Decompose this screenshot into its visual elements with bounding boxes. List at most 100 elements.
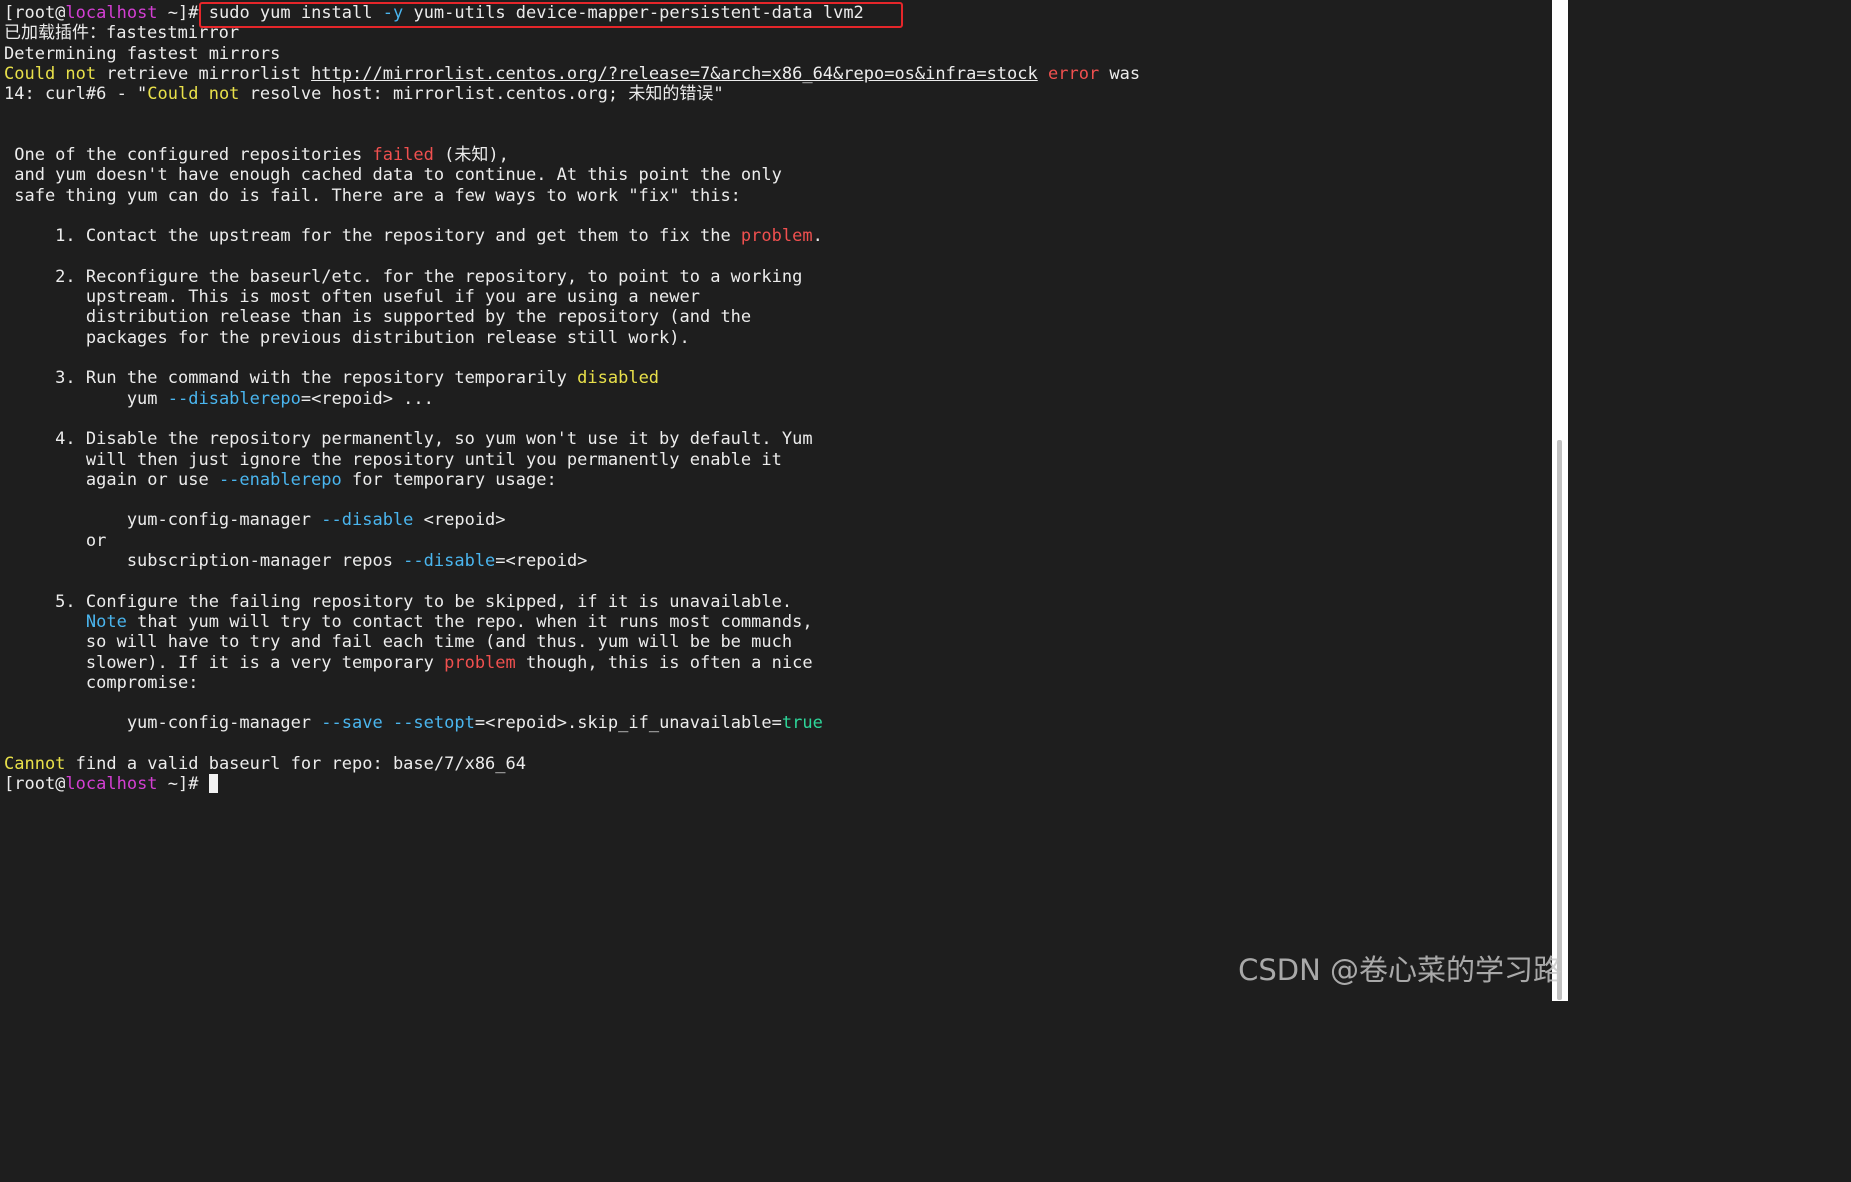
terminal-text: --enablerepo (218, 469, 342, 490)
terminal-text: again or use (4, 469, 219, 490)
terminal-text: Cannot (4, 753, 66, 774)
terminal-text: -y (382, 3, 404, 23)
terminal-text: slower). If it is a very temporary (4, 652, 445, 673)
vertical-scrollbar[interactable] (1552, 0, 1568, 1001)
terminal-text: yum-config-manager (4, 713, 322, 734)
output-line: 已加载插件：fastestmirror (4, 23, 1552, 43)
terminal-text: =<repoid> ... (300, 388, 434, 409)
output-line: subscription-manager repos --disable=<re… (4, 551, 1552, 571)
mirrorlist-url[interactable]: http://mirrorlist.centos.org/?release=7&… (311, 64, 1038, 84)
terminal-text: =<repoid> (495, 551, 588, 572)
terminal-text: [root@ (4, 3, 66, 23)
terminal-text: will then just ignore the repository unt… (4, 449, 782, 470)
terminal-text: 14: curl#6 - " (4, 84, 148, 105)
terminal-text: [root@ (4, 774, 66, 795)
terminal-text: and yum doesn't have enough cached data … (4, 165, 782, 186)
command-line: [root@localhost ~]# sudo yum install -y … (4, 3, 1552, 23)
terminal-text: --setopt (392, 713, 475, 734)
terminal-text: true (781, 713, 823, 734)
terminal-text: find a valid baseurl for repo: base/7/x8… (65, 753, 526, 774)
output-line: slower). If it is a very temporary probl… (4, 653, 1552, 673)
output-line: 14: curl#6 - "Could not resolve host: mi… (4, 84, 1552, 104)
terminal-text: so will have to try and fail each time (… (4, 632, 793, 653)
terminal-output: [root@localhost ~]# sudo yum install -y … (4, 3, 1552, 795)
terminal-text: . (812, 226, 823, 247)
output-line: 4. Disable the repository permanently, s… (4, 429, 1552, 449)
terminal-window[interactable]: [root@localhost ~]# sudo yum install -y … (0, 0, 1552, 1001)
terminal-text: retrieve mirrorlist (96, 63, 312, 84)
output-line: 5. Configure the failing repository to b… (4, 592, 1552, 612)
output-line: so will have to try and fail each time (… (4, 632, 1552, 652)
output-line: or (4, 531, 1552, 551)
terminal-text: or (4, 530, 107, 551)
terminal-text: though, this is often a nice (515, 652, 813, 673)
text-cursor (208, 774, 218, 794)
terminal-text: yum (4, 388, 168, 409)
terminal-text: Could not (4, 63, 97, 84)
terminal-text: compromise: (4, 672, 199, 693)
terminal-text: yum-config-manager (4, 510, 322, 531)
terminal-text: resolve host: mirrorlist.centos.org; 未知的… (239, 84, 724, 105)
terminal-text: 已加载插件：fastestmirror (4, 23, 240, 44)
terminal-text: Note (85, 611, 127, 632)
output-line: yum-config-manager --disable <repoid> (4, 510, 1552, 530)
output-line: 2. Reconfigure the baseurl/etc. for the … (4, 267, 1552, 287)
terminal-text: distribution release than is supported b… (4, 307, 752, 328)
terminal-text: Could not (147, 84, 240, 105)
output-line: yum-config-manager --save --setopt=<repo… (4, 713, 1552, 733)
csdn-watermark: CSDN @卷心菜的学习路 (1238, 953, 1562, 987)
output-line: Note that yum will try to contact the re… (4, 612, 1552, 632)
scrollbar-thumb[interactable] (1557, 440, 1562, 1000)
terminal-text: error (1048, 63, 1100, 84)
terminal-text: sudo yum install (208, 3, 383, 23)
terminal-text: yum-utils device-mapper-persistent-data … (403, 3, 864, 23)
terminal-text: packages for the previous distribution r… (4, 327, 690, 348)
terminal-text: upstream. This is most often useful if y… (4, 287, 700, 308)
terminal-text: safe thing yum can do is fail. There are… (4, 185, 741, 206)
output-line: Cannot find a valid baseurl for repo: ba… (4, 754, 1552, 774)
terminal-text: problem (444, 652, 516, 673)
output-line: upstream. This is most often useful if y… (4, 287, 1552, 307)
output-line: packages for the previous distribution r… (4, 328, 1552, 348)
terminal-text: subscription-manager repos (4, 551, 404, 572)
output-line: 1. Contact the upstream for the reposito… (4, 226, 1552, 246)
terminal-text: One of the configured repositories (4, 145, 373, 166)
output-line: Determining fastest mirrors (4, 44, 1552, 64)
terminal-text: was (1099, 63, 1141, 84)
terminal-text: (未知), (433, 145, 509, 166)
output-line: distribution release than is supported b… (4, 307, 1552, 327)
output-line: again or use --enablerepo for temporary … (4, 470, 1552, 490)
output-line: Could not retrieve mirrorlist http://mir… (4, 64, 1552, 84)
output-line: 3. Run the command with the repository t… (4, 368, 1552, 388)
terminal-text: problem (740, 226, 813, 247)
terminal-text: 1. Contact the upstream for the reposito… (4, 226, 741, 247)
prompt-hostname: localhost (65, 3, 158, 23)
terminal-text: for temporary usage: (341, 469, 557, 490)
terminal-text: --disable (403, 551, 496, 572)
terminal-text: Determining fastest mirrors (4, 43, 281, 64)
terminal-text: failed (372, 145, 434, 166)
output-line: compromise: (4, 673, 1552, 693)
terminal-text: 2. Reconfigure the baseurl/etc. for the … (4, 266, 803, 287)
terminal-text: ~]# (157, 774, 209, 795)
prompt-hostname: localhost (65, 774, 158, 795)
terminal-text: --disable (321, 510, 414, 531)
output-line: safe thing yum can do is fail. There are… (4, 186, 1552, 206)
terminal-text: 3. Run the command with the repository t… (4, 368, 578, 389)
prompt-line: [root@localhost ~]# (4, 774, 1552, 794)
output-line: One of the configured repositories faile… (4, 145, 1552, 165)
terminal-text: ~]# (157, 3, 209, 23)
terminal-text: disabled (577, 368, 660, 389)
